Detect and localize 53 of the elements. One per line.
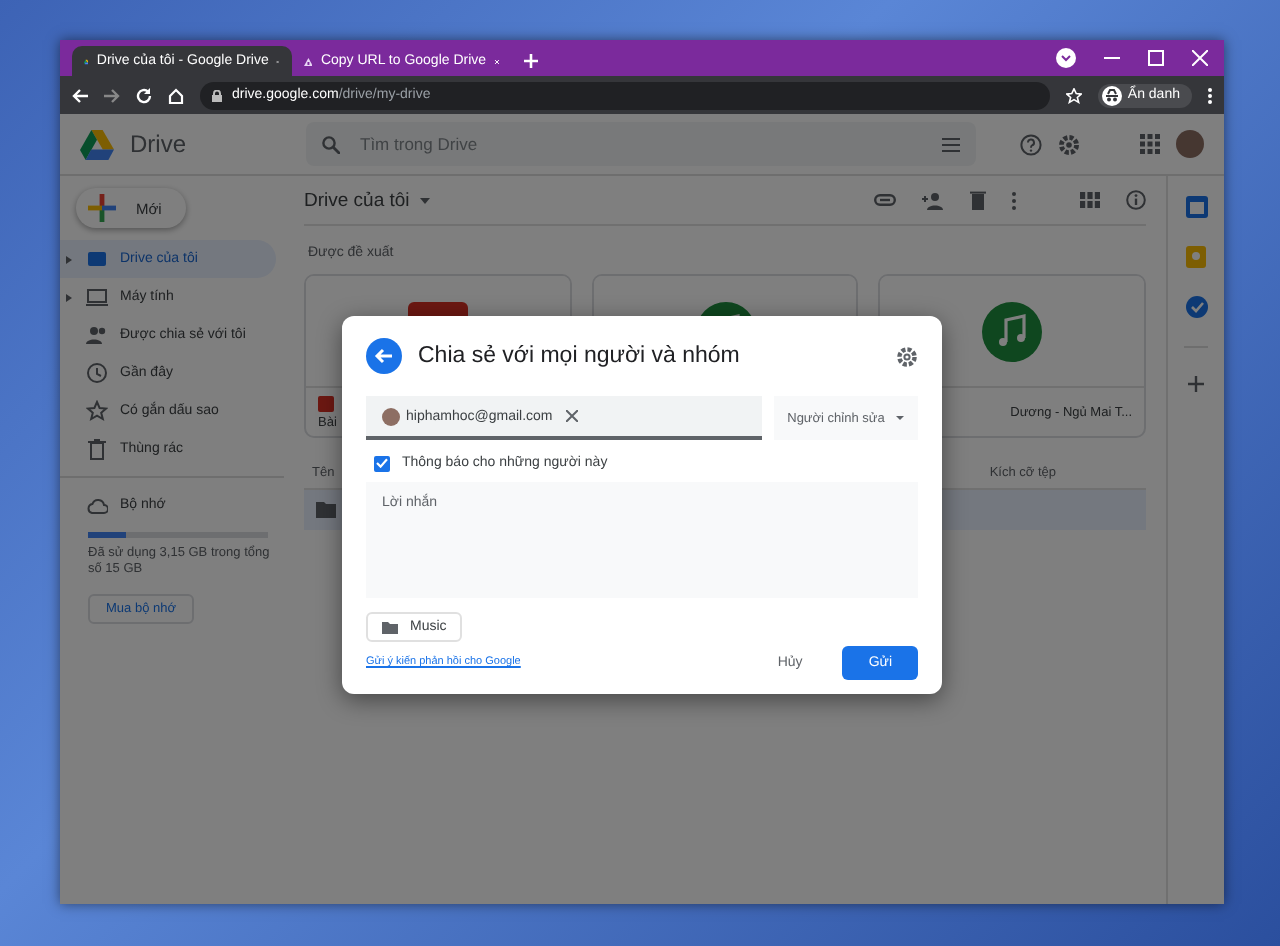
search-options-icon[interactable] (942, 137, 960, 151)
plus-icon (88, 194, 116, 222)
help-icon[interactable] (1020, 133, 1042, 155)
reload-icon[interactable] (136, 87, 152, 103)
home-icon[interactable] (168, 87, 184, 103)
upload-favicon-icon (304, 53, 313, 69)
folder-icon (316, 502, 336, 518)
settings-icon[interactable] (896, 345, 918, 367)
caret-icon (896, 416, 905, 420)
cloud-icon (86, 497, 108, 513)
settings-icon[interactable] (1058, 133, 1080, 155)
grid-view-icon[interactable] (1080, 192, 1100, 208)
minimize-icon[interactable] (1104, 56, 1120, 60)
dialog-title: Chia sẻ với mọi người và nhóm (418, 344, 742, 368)
notify-checkbox[interactable] (374, 455, 390, 471)
add-person-icon[interactable] (922, 191, 944, 209)
back-icon[interactable] (72, 87, 88, 103)
computer-icon (86, 286, 108, 308)
document-icon (318, 395, 334, 411)
star-icon[interactable] (1065, 87, 1082, 103)
tasks-icon[interactable] (1185, 296, 1207, 318)
info-icon[interactable] (1126, 190, 1146, 210)
link-icon[interactable] (874, 194, 896, 206)
search-icon (322, 135, 340, 153)
new-tab-icon[interactable] (524, 54, 538, 68)
maximize-icon[interactable] (1148, 50, 1164, 66)
back-button[interactable] (366, 338, 402, 374)
people-icon (86, 324, 108, 346)
calendar-icon[interactable] (1185, 196, 1207, 218)
lock-icon (212, 89, 222, 101)
expand-arrow-icon[interactable] (66, 293, 72, 301)
drive-logo-icon (80, 129, 114, 159)
folder-title-dropdown[interactable]: Drive của tôi (304, 189, 848, 211)
caret-icon (419, 197, 430, 203)
avatar (382, 407, 400, 425)
folder-icon (382, 621, 398, 633)
search-field[interactable]: Tìm trong Drive (306, 122, 976, 166)
incognito-icon (1101, 85, 1122, 105)
expand-arrow-icon[interactable] (66, 255, 72, 263)
music-note-icon (982, 301, 1043, 361)
trash-icon (86, 438, 108, 460)
forward-icon[interactable] (104, 87, 120, 103)
close-icon[interactable] (1192, 50, 1208, 66)
app-name: Drive (130, 130, 189, 158)
clock-icon (86, 362, 108, 384)
add-addon-icon[interactable] (1188, 376, 1204, 392)
trash-icon[interactable] (970, 190, 986, 210)
apps-grid-icon[interactable] (1140, 134, 1160, 154)
star-icon (86, 400, 108, 422)
remove-icon[interactable] (566, 410, 579, 422)
drive-folder-icon (86, 248, 108, 270)
profile-down-icon[interactable] (1056, 48, 1076, 68)
account-avatar[interactable] (1176, 130, 1204, 158)
